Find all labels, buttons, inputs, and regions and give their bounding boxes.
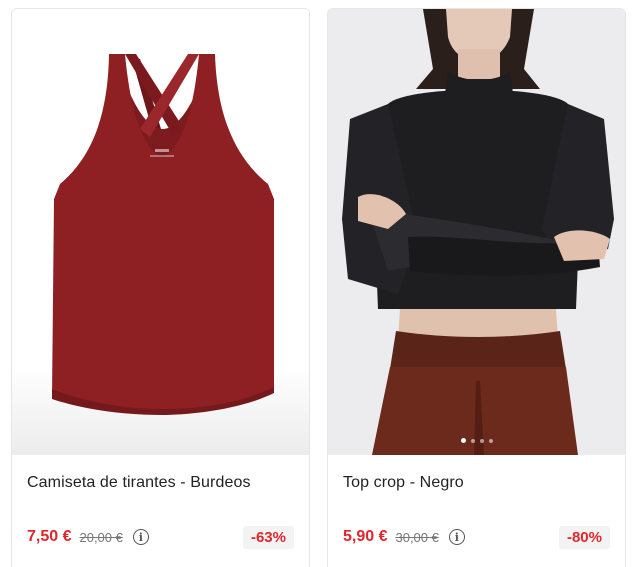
model-crop-top-icon bbox=[328, 9, 625, 455]
discount-badge: -80% bbox=[558, 525, 610, 549]
carousel-dots bbox=[328, 438, 625, 443]
carousel-dot[interactable] bbox=[479, 438, 484, 443]
original-price: 20,00 € bbox=[79, 529, 123, 545]
tank-top-icon bbox=[52, 54, 274, 415]
info-icon[interactable]: i bbox=[132, 529, 149, 545]
carousel-dot[interactable] bbox=[460, 438, 466, 443]
info-icon[interactable]: i bbox=[448, 529, 465, 545]
discount-badge: -63% bbox=[242, 525, 294, 549]
product-card[interactable]: Camiseta de tirantes - Burdeos 7,50 € 20… bbox=[11, 8, 310, 567]
carousel-dot[interactable] bbox=[470, 438, 475, 443]
product-image[interactable] bbox=[12, 9, 309, 455]
product-image[interactable] bbox=[328, 9, 625, 455]
current-price: 5,90 € bbox=[343, 528, 388, 545]
current-price: 7,50 € bbox=[27, 528, 72, 545]
carousel-dot[interactable] bbox=[488, 438, 493, 443]
product-card[interactable]: Top crop - Negro 5,90 € 30,00 € i -80% bbox=[327, 8, 626, 567]
product-title[interactable]: Camiseta de tirantes - Burdeos bbox=[27, 474, 251, 492]
price-row: 7,50 € 20,00 € i -63% bbox=[27, 524, 294, 550]
price-row: 5,90 € 30,00 € i -80% bbox=[343, 524, 610, 550]
product-title[interactable]: Top crop - Negro bbox=[343, 474, 464, 492]
product-grid: Camiseta de tirantes - Burdeos 7,50 € 20… bbox=[0, 0, 640, 567]
original-price: 30,00 € bbox=[395, 529, 439, 545]
